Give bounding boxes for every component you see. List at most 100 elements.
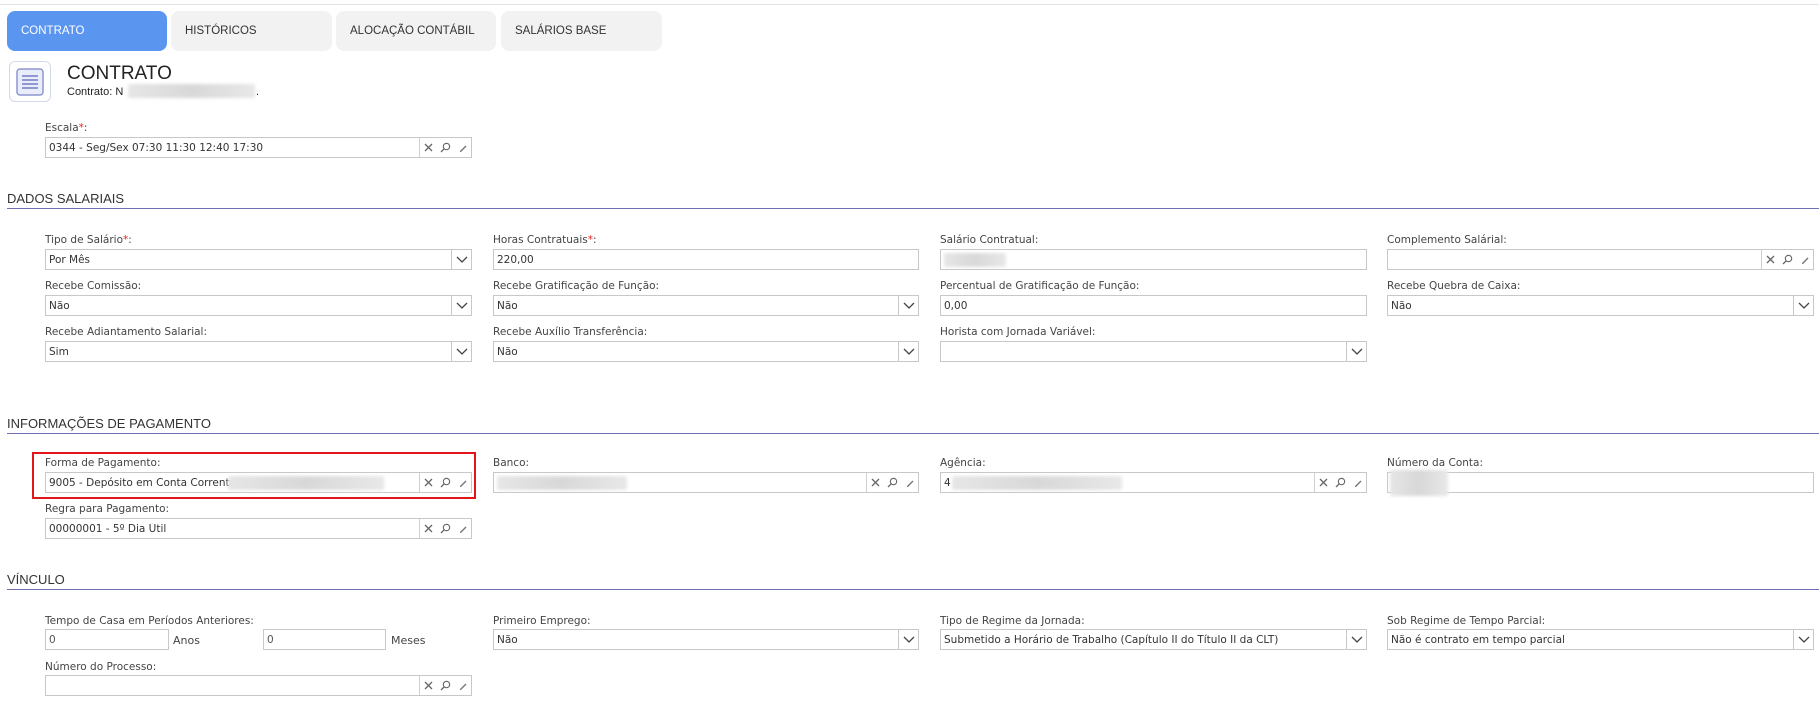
search-icon[interactable] bbox=[437, 519, 454, 538]
adiantamento-value: Sim bbox=[49, 345, 69, 358]
meses-input[interactable]: 0 bbox=[263, 629, 386, 650]
chevron-down-icon[interactable] bbox=[898, 342, 918, 361]
quebra-caixa-value: Não bbox=[1391, 299, 1412, 312]
gratificacao-select[interactable]: Não bbox=[493, 295, 919, 316]
agencia-label: Agência: bbox=[940, 457, 986, 469]
chevron-down-icon[interactable] bbox=[898, 296, 918, 315]
edit-icon[interactable] bbox=[454, 519, 471, 538]
forma-pagamento-label: Forma de Pagamento: bbox=[45, 457, 161, 469]
edit-icon[interactable] bbox=[454, 473, 471, 492]
clear-icon[interactable] bbox=[420, 138, 437, 157]
redacted-value bbox=[497, 476, 627, 490]
edit-icon[interactable] bbox=[454, 676, 471, 695]
edit-icon[interactable] bbox=[454, 138, 471, 157]
percentual-gratificacao-label: Percentual de Gratificação de Função: bbox=[940, 280, 1140, 292]
escala-value: 0344 - Seg/Sex 07:30 11:30 12:40 17:30 bbox=[49, 141, 264, 154]
numero-processo-field[interactable] bbox=[45, 675, 472, 696]
tipo-salario-value: Por Mês bbox=[49, 253, 91, 266]
horista-label: Horista com Jornada Variável: bbox=[940, 326, 1096, 338]
chevron-down-icon[interactable] bbox=[1793, 630, 1813, 649]
gratificacao-value: Não bbox=[497, 299, 518, 312]
regra-pagamento-label: Regra para Pagamento: bbox=[45, 503, 170, 515]
clear-icon[interactable] bbox=[1315, 473, 1332, 492]
anos-unit: Anos bbox=[173, 634, 200, 647]
numero-conta-label: Número da Conta: bbox=[1387, 457, 1483, 469]
tempo-parcial-value: Não é contrato em tempo parcial bbox=[1391, 633, 1565, 646]
chevron-down-icon[interactable] bbox=[451, 250, 471, 269]
escala-label: Escala*: bbox=[45, 122, 88, 134]
redacted-value bbox=[228, 476, 384, 490]
regra-pagamento-field[interactable]: 00000001 - 5º Dia Útil bbox=[45, 518, 472, 539]
tempo-parcial-select[interactable]: Não é contrato em tempo parcial bbox=[1387, 629, 1814, 650]
regime-jornada-value: Submetido a Horário de Trabalho (Capítul… bbox=[944, 633, 1279, 646]
numero-processo-label: Número do Processo: bbox=[45, 661, 157, 673]
redacted-value bbox=[952, 476, 1122, 490]
redacted-value bbox=[944, 253, 1006, 267]
edit-icon[interactable] bbox=[1349, 473, 1366, 492]
regime-jornada-label: Tipo de Regime da Jornada: bbox=[940, 615, 1085, 627]
regime-jornada-select[interactable]: Submetido a Horário de Trabalho (Capítul… bbox=[940, 629, 1367, 650]
numero-conta-field[interactable] bbox=[1387, 472, 1814, 493]
gratificacao-label: Recebe Gratificação de Função: bbox=[493, 280, 660, 292]
section-informacoes-pagamento: INFORMAÇÕES DE PAGAMENTO bbox=[7, 416, 211, 431]
tempo-casa-label: Tempo de Casa em Períodos Anteriores: bbox=[45, 615, 254, 627]
clear-icon[interactable] bbox=[420, 519, 437, 538]
chevron-down-icon[interactable] bbox=[898, 630, 918, 649]
search-icon[interactable] bbox=[437, 473, 454, 492]
page-title: CONTRATO bbox=[67, 63, 172, 84]
adiantamento-select[interactable]: Sim bbox=[45, 341, 472, 362]
clear-icon[interactable] bbox=[420, 676, 437, 695]
complemento-salarial-field[interactable] bbox=[1387, 249, 1814, 270]
meses-unit: Meses bbox=[391, 634, 426, 647]
anos-input[interactable]: 0 bbox=[45, 629, 169, 650]
recebe-comissao-value: Não bbox=[49, 299, 70, 312]
auxilio-transferencia-select[interactable]: Não bbox=[493, 341, 919, 362]
tab-label: HISTÓRICOS bbox=[185, 25, 257, 37]
tab-historicos[interactable]: HISTÓRICOS bbox=[171, 11, 332, 51]
clear-icon[interactable] bbox=[1762, 250, 1779, 269]
recebe-comissao-label: Recebe Comissão: bbox=[45, 280, 142, 292]
tempo-parcial-label: Sob Regime de Tempo Parcial: bbox=[1387, 615, 1546, 627]
section-divider bbox=[7, 433, 1819, 434]
primeiro-emprego-value: Não bbox=[497, 633, 518, 646]
regra-pagamento-value: 00000001 - 5º Dia Útil bbox=[49, 522, 167, 535]
chevron-down-icon[interactable] bbox=[1346, 342, 1366, 361]
search-icon[interactable] bbox=[437, 138, 454, 157]
tab-salarios-base[interactable]: SALÁRIOS BASE bbox=[501, 11, 662, 51]
horista-select[interactable] bbox=[940, 341, 1367, 362]
document-icon bbox=[9, 61, 51, 102]
complemento-salarial-label: Complemento Salárial: bbox=[1387, 234, 1507, 246]
chevron-down-icon[interactable] bbox=[1346, 630, 1366, 649]
chevron-down-icon[interactable] bbox=[1793, 296, 1813, 315]
search-icon[interactable] bbox=[1779, 250, 1796, 269]
horas-contratuais-field[interactable]: 220,00 bbox=[493, 249, 919, 270]
search-icon[interactable] bbox=[884, 473, 901, 492]
primeiro-emprego-select[interactable]: Não bbox=[493, 629, 919, 650]
redacted-text bbox=[128, 84, 255, 98]
tipo-salario-select[interactable]: Por Mês bbox=[45, 249, 472, 270]
edit-icon[interactable] bbox=[1796, 250, 1813, 269]
section-divider bbox=[7, 208, 1819, 209]
search-icon[interactable] bbox=[1332, 473, 1349, 492]
section-divider bbox=[7, 589, 1819, 590]
redacted-value bbox=[1390, 470, 1448, 496]
adiantamento-label: Recebe Adiantamento Salarial: bbox=[45, 326, 207, 338]
clear-icon[interactable] bbox=[867, 473, 884, 492]
page-subtitle: Contrato: N bbox=[67, 86, 124, 98]
auxilio-transferencia-value: Não bbox=[497, 345, 518, 358]
quebra-caixa-select[interactable]: Não bbox=[1387, 295, 1814, 316]
percentual-gratificacao-field[interactable]: 0,00 bbox=[940, 295, 1367, 316]
tab-label: CONTRATO bbox=[21, 25, 85, 37]
escala-field[interactable]: 0344 - Seg/Sex 07:30 11:30 12:40 17:30 bbox=[45, 137, 472, 158]
clear-icon[interactable] bbox=[420, 473, 437, 492]
edit-icon[interactable] bbox=[901, 473, 918, 492]
tab-alocacao-contabil[interactable]: ALOCAÇÃO CONTÁBIL bbox=[336, 11, 496, 51]
chevron-down-icon[interactable] bbox=[451, 296, 471, 315]
quebra-caixa-label: Recebe Quebra de Caixa: bbox=[1387, 280, 1521, 292]
horas-contratuais-value: 220,00 bbox=[497, 253, 534, 266]
search-icon[interactable] bbox=[437, 676, 454, 695]
subtitle-end: . bbox=[256, 86, 260, 98]
tab-contrato[interactable]: CONTRATO bbox=[7, 11, 167, 51]
recebe-comissao-select[interactable]: Não bbox=[45, 295, 472, 316]
chevron-down-icon[interactable] bbox=[451, 342, 471, 361]
